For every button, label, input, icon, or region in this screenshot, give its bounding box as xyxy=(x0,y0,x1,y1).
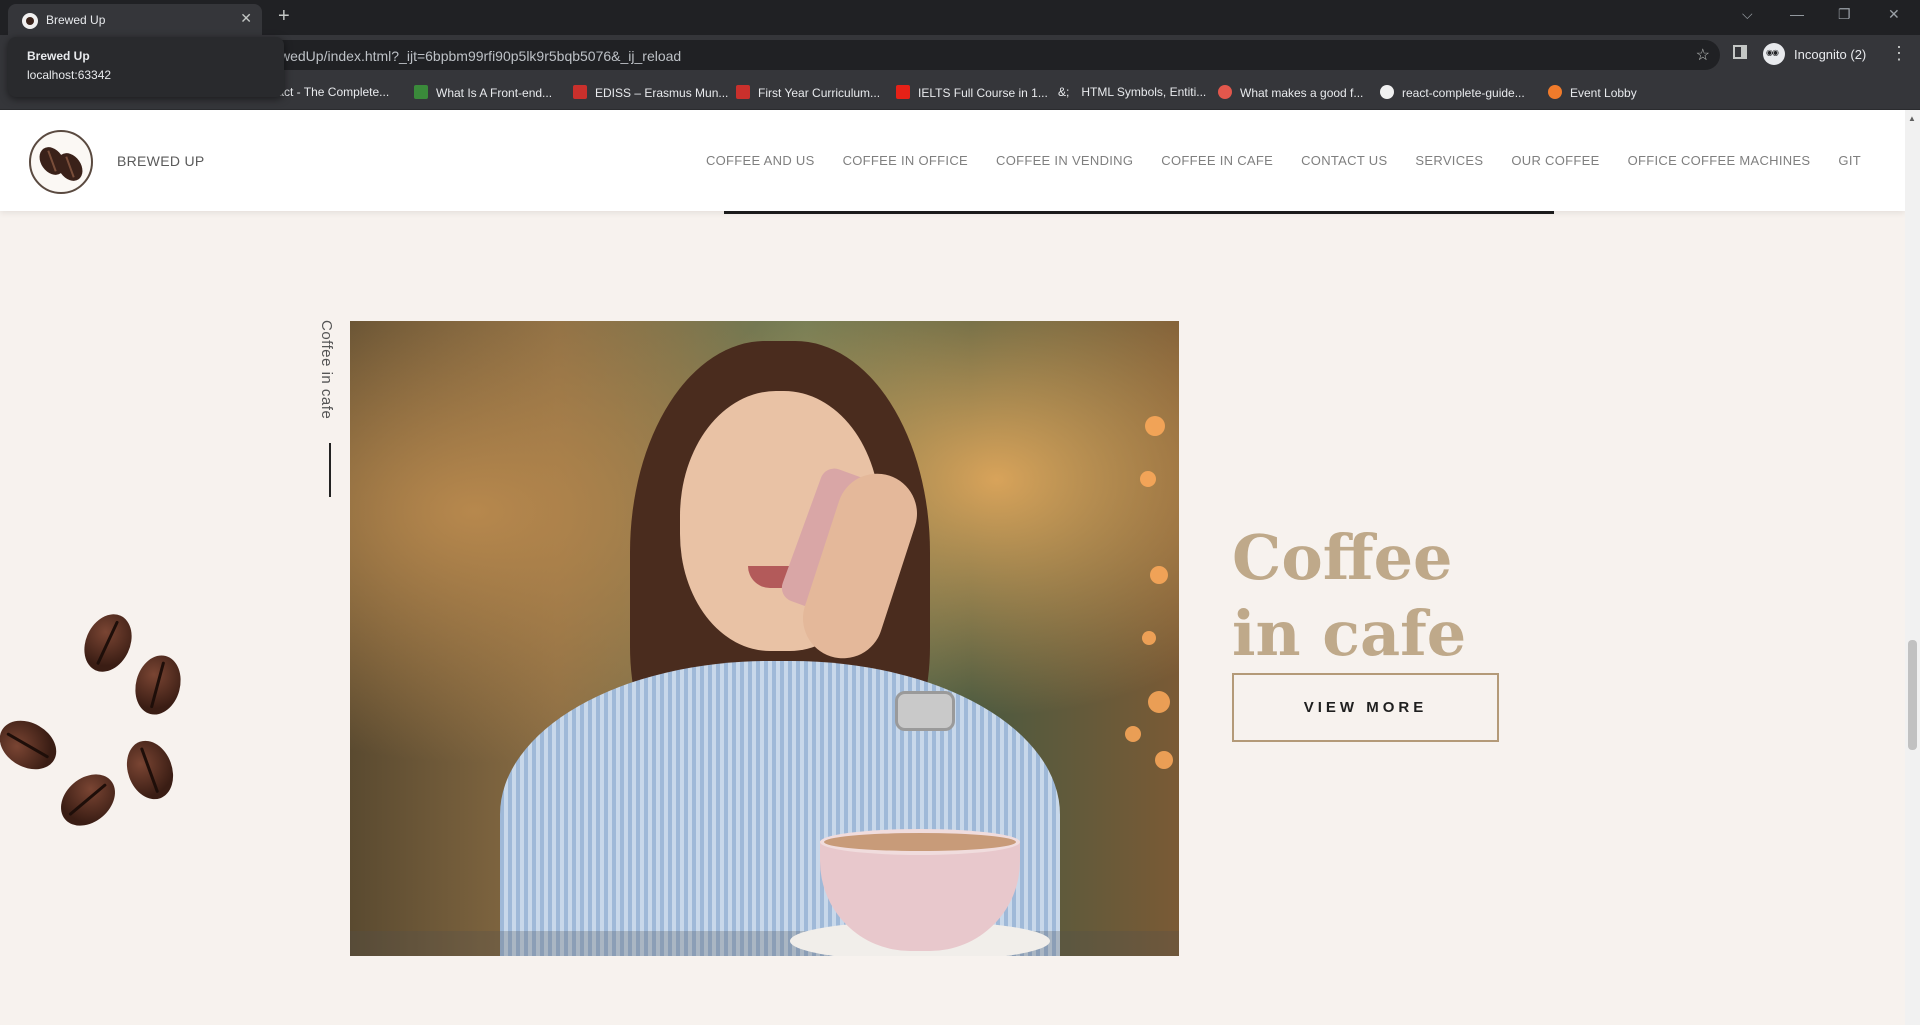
tab-favicon-icon xyxy=(22,13,38,29)
window-close-icon[interactable]: ✕ xyxy=(1888,6,1900,23)
incognito-icon[interactable] xyxy=(1763,43,1785,65)
bokeh-light xyxy=(1125,726,1141,742)
vertical-section-label: Coffee in cafe xyxy=(312,320,352,470)
bookmark-favicon-icon xyxy=(1218,85,1232,99)
tab-title: Brewed Up xyxy=(46,13,106,27)
hover-card-url: localhost:63342 xyxy=(27,68,112,82)
address-bar[interactable]: wedUp/index.html?_ijt=6bpbm99rfi90p5lk9r… xyxy=(150,40,1720,70)
page-scrollbar[interactable]: ▲ xyxy=(1905,110,1920,1025)
bokeh-light xyxy=(1155,751,1173,769)
scrollbar-thumb[interactable] xyxy=(1908,640,1917,750)
bookmark-star-icon[interactable]: ☆ xyxy=(1696,45,1710,65)
bookmark-label: Event Lobby xyxy=(1570,86,1637,100)
bookmark-item[interactable]: EDISS – Erasmus Mun... xyxy=(573,85,728,100)
bookmark-item[interactable]: &; HTML Symbols, Entiti... xyxy=(1058,85,1206,99)
browser-menu-icon[interactable]: ⋮ xyxy=(1890,43,1908,64)
bookmark-label: What Is A Front-end... xyxy=(436,86,553,100)
hover-card-title: Brewed Up xyxy=(27,49,90,63)
coffee-cup-rim xyxy=(820,829,1020,855)
coffee-bean-icon xyxy=(50,763,126,837)
bookmark-item[interactable]: Event Lobby xyxy=(1548,85,1637,100)
coffee-bean-icon xyxy=(119,734,181,806)
vertical-divider xyxy=(329,443,331,497)
decorative-coffee-beans xyxy=(0,605,200,837)
url-text[interactable]: wedUp/index.html?_ijt=6bpbm99rfi90p5lk9r… xyxy=(280,48,681,64)
browser-tab[interactable]: Brewed Up ✕ xyxy=(8,4,262,35)
github-icon xyxy=(1380,85,1394,99)
tab-close-icon[interactable]: ✕ xyxy=(240,10,252,27)
bokeh-light xyxy=(1150,566,1168,584)
wrist-watch xyxy=(895,691,955,731)
coffee-bean-icon xyxy=(75,606,141,680)
nav-coffee-in-vending[interactable]: COFFEE IN VENDING xyxy=(996,153,1133,168)
restore-icon[interactable]: ❐ xyxy=(1838,6,1851,23)
browser-tab-bar: Brewed Up ✕ + ⌵ — ❐ ✕ xyxy=(0,0,1920,35)
main-nav: COFFEE AND US COFFEE IN OFFICE COFFEE IN… xyxy=(706,153,1861,168)
browser-toolbar: wedUp/index.html?_ijt=6bpbm99rfi90p5lk9r… xyxy=(0,35,1920,76)
bookmark-favicon-icon xyxy=(414,85,428,99)
coffee-bean-icon xyxy=(0,710,65,780)
bookmark-label: EDISS – Erasmus Mun... xyxy=(595,86,729,100)
nav-services[interactable]: SERVICES xyxy=(1415,153,1483,168)
view-more-button[interactable]: VIEW MORE xyxy=(1232,673,1499,742)
bookmark-label: react-complete-guide... xyxy=(1402,86,1525,100)
bookmark-favicon-icon: &; xyxy=(1058,85,1070,99)
nav-contact-us[interactable]: CONTACT US xyxy=(1301,153,1387,168)
minimize-icon[interactable]: — xyxy=(1790,6,1804,22)
coffee-bean-icon xyxy=(128,650,188,720)
bookmark-favicon-icon xyxy=(573,85,587,99)
scroll-up-arrow-icon[interactable]: ▲ xyxy=(1908,114,1916,123)
bookmark-label: What makes a good f... xyxy=(1240,86,1364,100)
bokeh-light xyxy=(1140,471,1156,487)
side-panel-icon[interactable] xyxy=(1733,45,1747,59)
bookmark-label: HTML Symbols, Entiti... xyxy=(1081,85,1207,99)
bokeh-light xyxy=(1142,631,1156,645)
nav-coffee-in-cafe[interactable]: COFFEE IN CAFE xyxy=(1161,153,1273,168)
section-title-line-1: Coffee xyxy=(1232,521,1453,594)
bookmark-label: First Year Curriculum... xyxy=(758,86,881,100)
table-surface xyxy=(350,931,1179,956)
previous-section-image-edge xyxy=(724,211,1554,214)
nav-office-coffee-machines[interactable]: OFFICE COFFEE MACHINES xyxy=(1628,153,1811,168)
site-header: BREWED UP COFFEE AND US COFFEE IN OFFICE… xyxy=(0,110,1905,211)
bookmark-item[interactable]: First Year Curriculum... xyxy=(736,85,880,100)
cafe-photo xyxy=(350,321,1179,956)
bookmarks-bar: React - The Complete... What Is A Front-… xyxy=(0,76,1920,110)
bookmark-label: IELTS Full Course in 1... xyxy=(918,86,1048,100)
page-viewport: BREWED UP COFFEE AND US COFFEE IN OFFICE… xyxy=(0,110,1905,1025)
bookmark-item[interactable]: What makes a good f... xyxy=(1218,85,1363,100)
nav-git[interactable]: GIT xyxy=(1838,153,1861,168)
bokeh-light xyxy=(1148,691,1170,713)
nav-coffee-and-us[interactable]: COFFEE AND US xyxy=(706,153,815,168)
bokeh-light xyxy=(1145,416,1165,436)
vertical-label-text: Coffee in cafe xyxy=(318,320,335,420)
bookmark-favicon-icon xyxy=(1548,85,1562,99)
nav-coffee-in-office[interactable]: COFFEE IN OFFICE xyxy=(843,153,968,168)
section-title-line-2: in cafe xyxy=(1232,597,1467,670)
bookmark-item[interactable]: IELTS Full Course in 1... xyxy=(896,85,1048,100)
tab-hover-card: Brewed Up localhost:63342 xyxy=(8,37,284,97)
bookmark-item[interactable]: react-complete-guide... xyxy=(1380,85,1525,100)
section-title: Coffee in cafe xyxy=(1232,520,1466,672)
tab-search-icon[interactable]: ⌵ xyxy=(1742,6,1753,23)
brand-name[interactable]: BREWED UP xyxy=(117,153,205,169)
nav-our-coffee[interactable]: OUR COFFEE xyxy=(1511,153,1599,168)
youtube-icon xyxy=(896,85,910,99)
incognito-label[interactable]: Incognito (2) xyxy=(1794,47,1866,62)
bookmark-favicon-icon xyxy=(736,85,750,99)
new-tab-icon[interactable]: + xyxy=(278,6,290,26)
brand-logo[interactable] xyxy=(29,130,93,194)
bookmark-item[interactable]: What Is A Front-end... xyxy=(414,85,552,100)
